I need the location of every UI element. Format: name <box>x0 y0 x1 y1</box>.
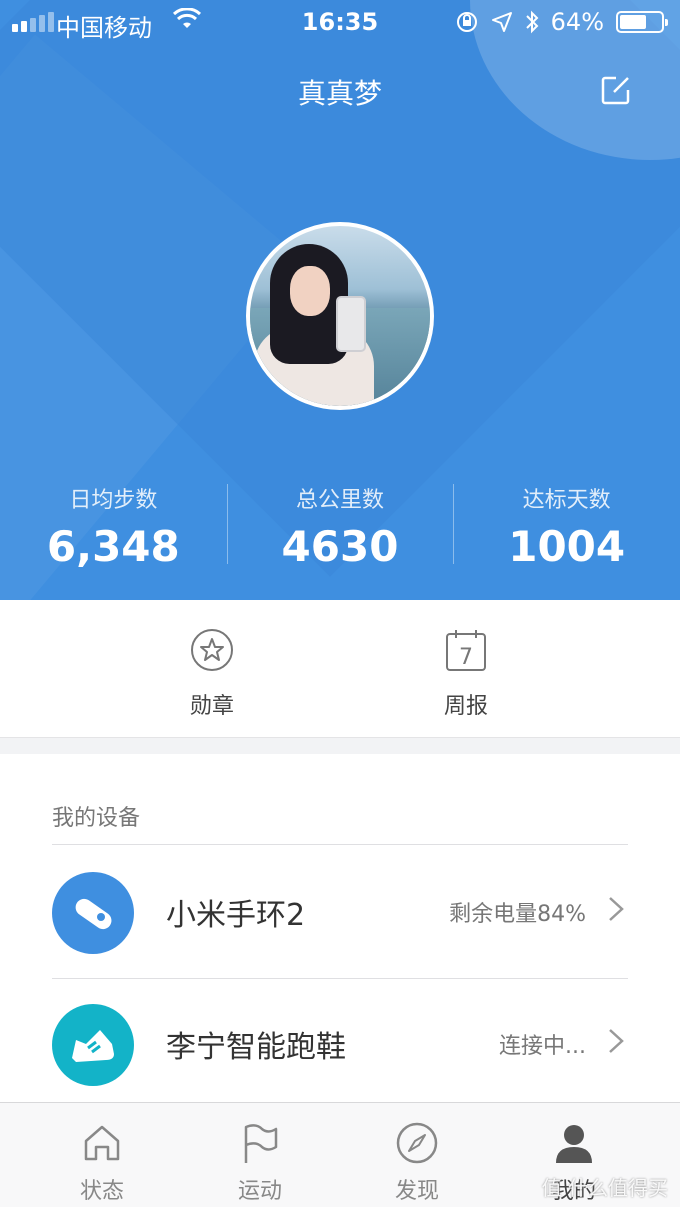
weekly-report-label: 周报 <box>443 694 488 719</box>
flag-icon <box>244 1124 278 1163</box>
tab-discover[interactable]: 发现 <box>367 1121 467 1205</box>
badges-button[interactable]: 勋章 <box>152 628 272 720</box>
device-status: 剩余电量84% <box>449 902 586 927</box>
stat-total-km: 总公里数 4630 <box>226 478 454 578</box>
calendar-icon: 7 <box>446 630 486 671</box>
device-status: 连接中... <box>499 1034 586 1059</box>
watermark: 值 什么值得买 <box>541 1176 668 1200</box>
orientation-lock-icon <box>456 12 477 32</box>
avatar[interactable] <box>246 222 434 410</box>
quick-actions: 勋章 7 周报 <box>0 600 680 738</box>
stat-value: 6,348 <box>46 522 180 571</box>
user-icon <box>556 1125 592 1163</box>
tab-label: 发现 <box>394 1179 439 1204</box>
stat-value: 1004 <box>508 522 626 571</box>
edit-icon[interactable] <box>600 74 632 106</box>
battery-icon <box>616 11 668 33</box>
band-icon <box>52 872 134 954</box>
badges-label: 勋章 <box>189 694 234 719</box>
page-title: 真真梦 <box>297 77 382 110</box>
tab-label: 运动 <box>237 1179 282 1204</box>
tab-label: 状态 <box>79 1179 124 1204</box>
shoe-icon <box>52 1004 134 1086</box>
stat-daily-steps: 日均步数 6,348 <box>0 478 227 578</box>
status-bar: 中国移动 16:35 64% <box>0 0 680 44</box>
divider <box>52 844 628 845</box>
stat-goal-days: 达标天数 1004 <box>453 478 680 578</box>
section-title: 我的设备 <box>52 806 141 831</box>
star-badge-icon <box>191 629 233 671</box>
device-name: 李宁智能跑鞋 <box>166 1030 346 1065</box>
profile-header: 中国移动 16:35 64% 真真梦 日均步数 6,348 总公里数 4630 … <box>0 0 680 600</box>
calendar-day: 7 <box>459 645 473 670</box>
bluetooth-icon <box>525 10 539 34</box>
tab-status[interactable]: 状态 <box>52 1121 152 1205</box>
stat-label: 日均步数 <box>69 488 158 513</box>
device-name: 小米手环2 <box>166 898 306 933</box>
weekly-report-button[interactable]: 7 周报 <box>406 628 526 720</box>
chevron-right-icon <box>609 897 624 921</box>
stat-value: 4630 <box>281 522 399 571</box>
stat-label: 总公里数 <box>296 488 385 513</box>
battery-percent: 64% <box>550 8 604 36</box>
tab-exercise[interactable]: 运动 <box>210 1121 310 1205</box>
stats-row: 日均步数 6,348 总公里数 4630 达标天数 1004 <box>0 478 680 578</box>
chevron-right-icon <box>609 1029 624 1053</box>
compass-icon <box>396 1122 438 1164</box>
home-icon <box>84 1125 120 1161</box>
my-devices-section: 我的设备 小米手环2 剩余电量84% 李宁智能跑鞋 连接中... <box>0 754 680 1104</box>
device-row-li-ning-shoe[interactable]: 李宁智能跑鞋 连接中... <box>0 978 680 1110</box>
device-row-mi-band[interactable]: 小米手环2 剩余电量84% <box>0 846 680 978</box>
stat-label: 达标天数 <box>522 488 611 513</box>
location-icon <box>491 12 512 32</box>
